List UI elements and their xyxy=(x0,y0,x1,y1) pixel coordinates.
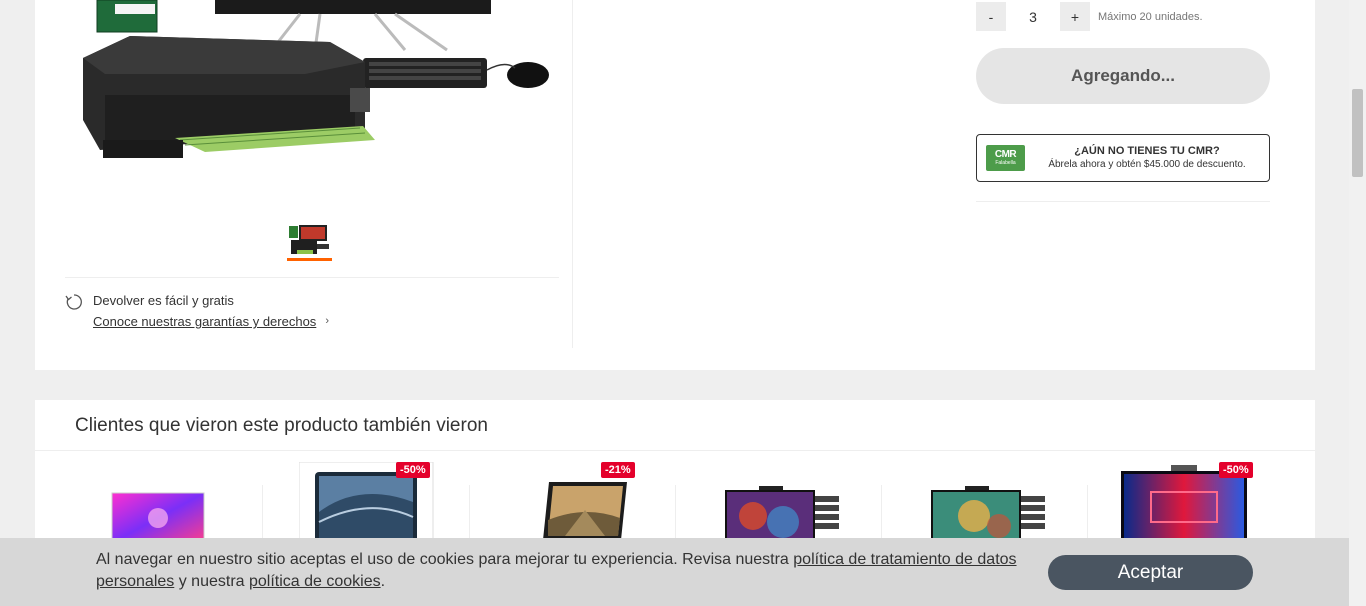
divider xyxy=(976,201,1270,202)
return-title: Devolver es fácil y gratis xyxy=(93,293,234,308)
thumbnail-selected-indicator xyxy=(287,258,332,261)
discount-badge: -50% xyxy=(1219,462,1253,478)
page-scrollbar[interactable] xyxy=(1349,0,1366,606)
product-main-image xyxy=(83,0,549,158)
warranty-link[interactable]: Conoce nuestras garantías y derechos › xyxy=(93,313,329,330)
cookie-banner: Al navegar en nuestro sitio aceptas el u… xyxy=(0,538,1349,606)
decrease-quantity-button[interactable]: - xyxy=(976,2,1006,31)
product-thumbnail[interactable] xyxy=(287,222,332,260)
cookie-text-middle: y nuestra xyxy=(174,573,249,590)
accept-cookies-button[interactable]: Aceptar xyxy=(1048,555,1253,590)
max-units-label: Máximo 20 unidades. xyxy=(1098,10,1203,23)
cmr-logo-text: CMR xyxy=(994,149,1017,160)
divider xyxy=(35,450,1315,451)
scrollbar-thumb[interactable] xyxy=(1352,89,1363,177)
cmr-logo: CMR Falabella xyxy=(986,145,1025,171)
cmr-logo-subtext: Falabella xyxy=(995,160,1016,166)
cookie-message: Al navegar en nuestro sitio aceptas el u… xyxy=(96,549,1026,593)
warranty-link-label: Conoce nuestras garantías y derechos xyxy=(93,314,317,329)
cmr-promo-banner[interactable]: CMR Falabella ¿AÚN NO TIENES TU CMR? Ábr… xyxy=(976,134,1270,182)
cmr-title: ¿AÚN NO TIENES TU CMR? xyxy=(1074,145,1220,157)
return-policy: Devolver es fácil y gratis Conoce nuestr… xyxy=(65,292,329,330)
cookie-policy-link[interactable]: política de cookies xyxy=(249,573,381,590)
quantity-stepper: - 3 + Máximo 20 unidades. xyxy=(976,2,1203,31)
return-arrow-icon xyxy=(65,294,82,310)
cookie-text-end: . xyxy=(380,573,386,590)
column-divider xyxy=(572,0,573,348)
cmr-subtitle: Ábrela ahora y obtén $45.000 de descuent… xyxy=(1048,159,1246,170)
add-to-cart-button[interactable]: Agregando... xyxy=(976,48,1270,104)
discount-badge: -21% xyxy=(601,462,635,478)
divider xyxy=(65,277,559,278)
recommendations-title: Clientes que vieron este producto tambié… xyxy=(75,415,488,436)
product-card: Devolver es fácil y gratis Conoce nuestr… xyxy=(35,0,1315,370)
quantity-value[interactable]: 3 xyxy=(1006,9,1060,25)
increase-quantity-button[interactable]: + xyxy=(1060,2,1090,31)
discount-badge: -50% xyxy=(396,462,430,478)
cookie-text-start: Al navegar en nuestro sitio aceptas el u… xyxy=(96,551,794,568)
chevron-right-icon: › xyxy=(325,315,329,327)
